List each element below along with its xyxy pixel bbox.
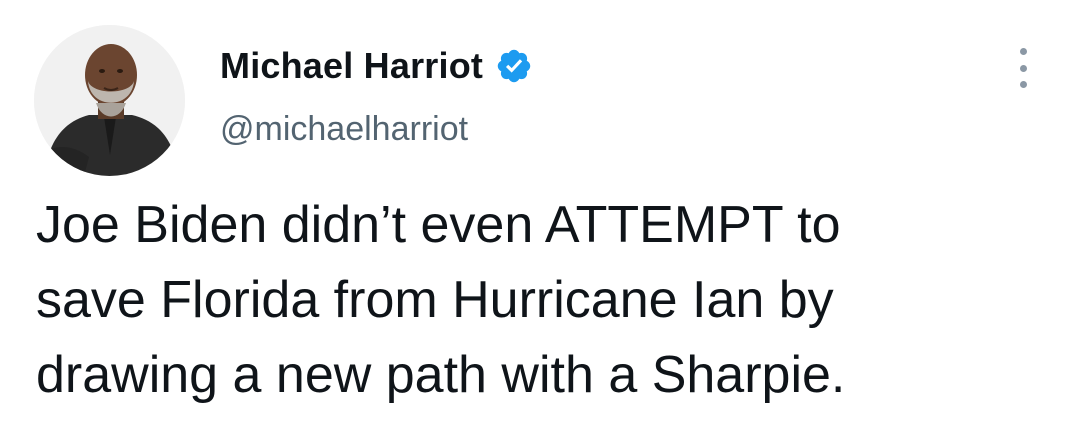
profile-photo-icon <box>34 25 185 176</box>
more-dot <box>1019 81 1027 88</box>
more-dot <box>1019 48 1027 55</box>
author-handle[interactable]: @michaelharriot <box>220 110 533 149</box>
name-row: Michael Harriot <box>220 40 533 92</box>
more-options-icon[interactable] <box>1012 48 1034 88</box>
tweet-card: Michael Harriot @michaelharriot Joe Bide… <box>0 0 1080 427</box>
verified-badge-icon <box>495 47 533 85</box>
tweet-header: Michael Harriot @michaelharriot <box>220 40 533 149</box>
tweet-text: Joe Biden didn’t even ATTEMPT to save Fl… <box>36 196 846 404</box>
author-avatar[interactable] <box>34 25 185 176</box>
author-display-name[interactable]: Michael Harriot <box>220 45 483 87</box>
more-dot <box>1019 64 1027 72</box>
